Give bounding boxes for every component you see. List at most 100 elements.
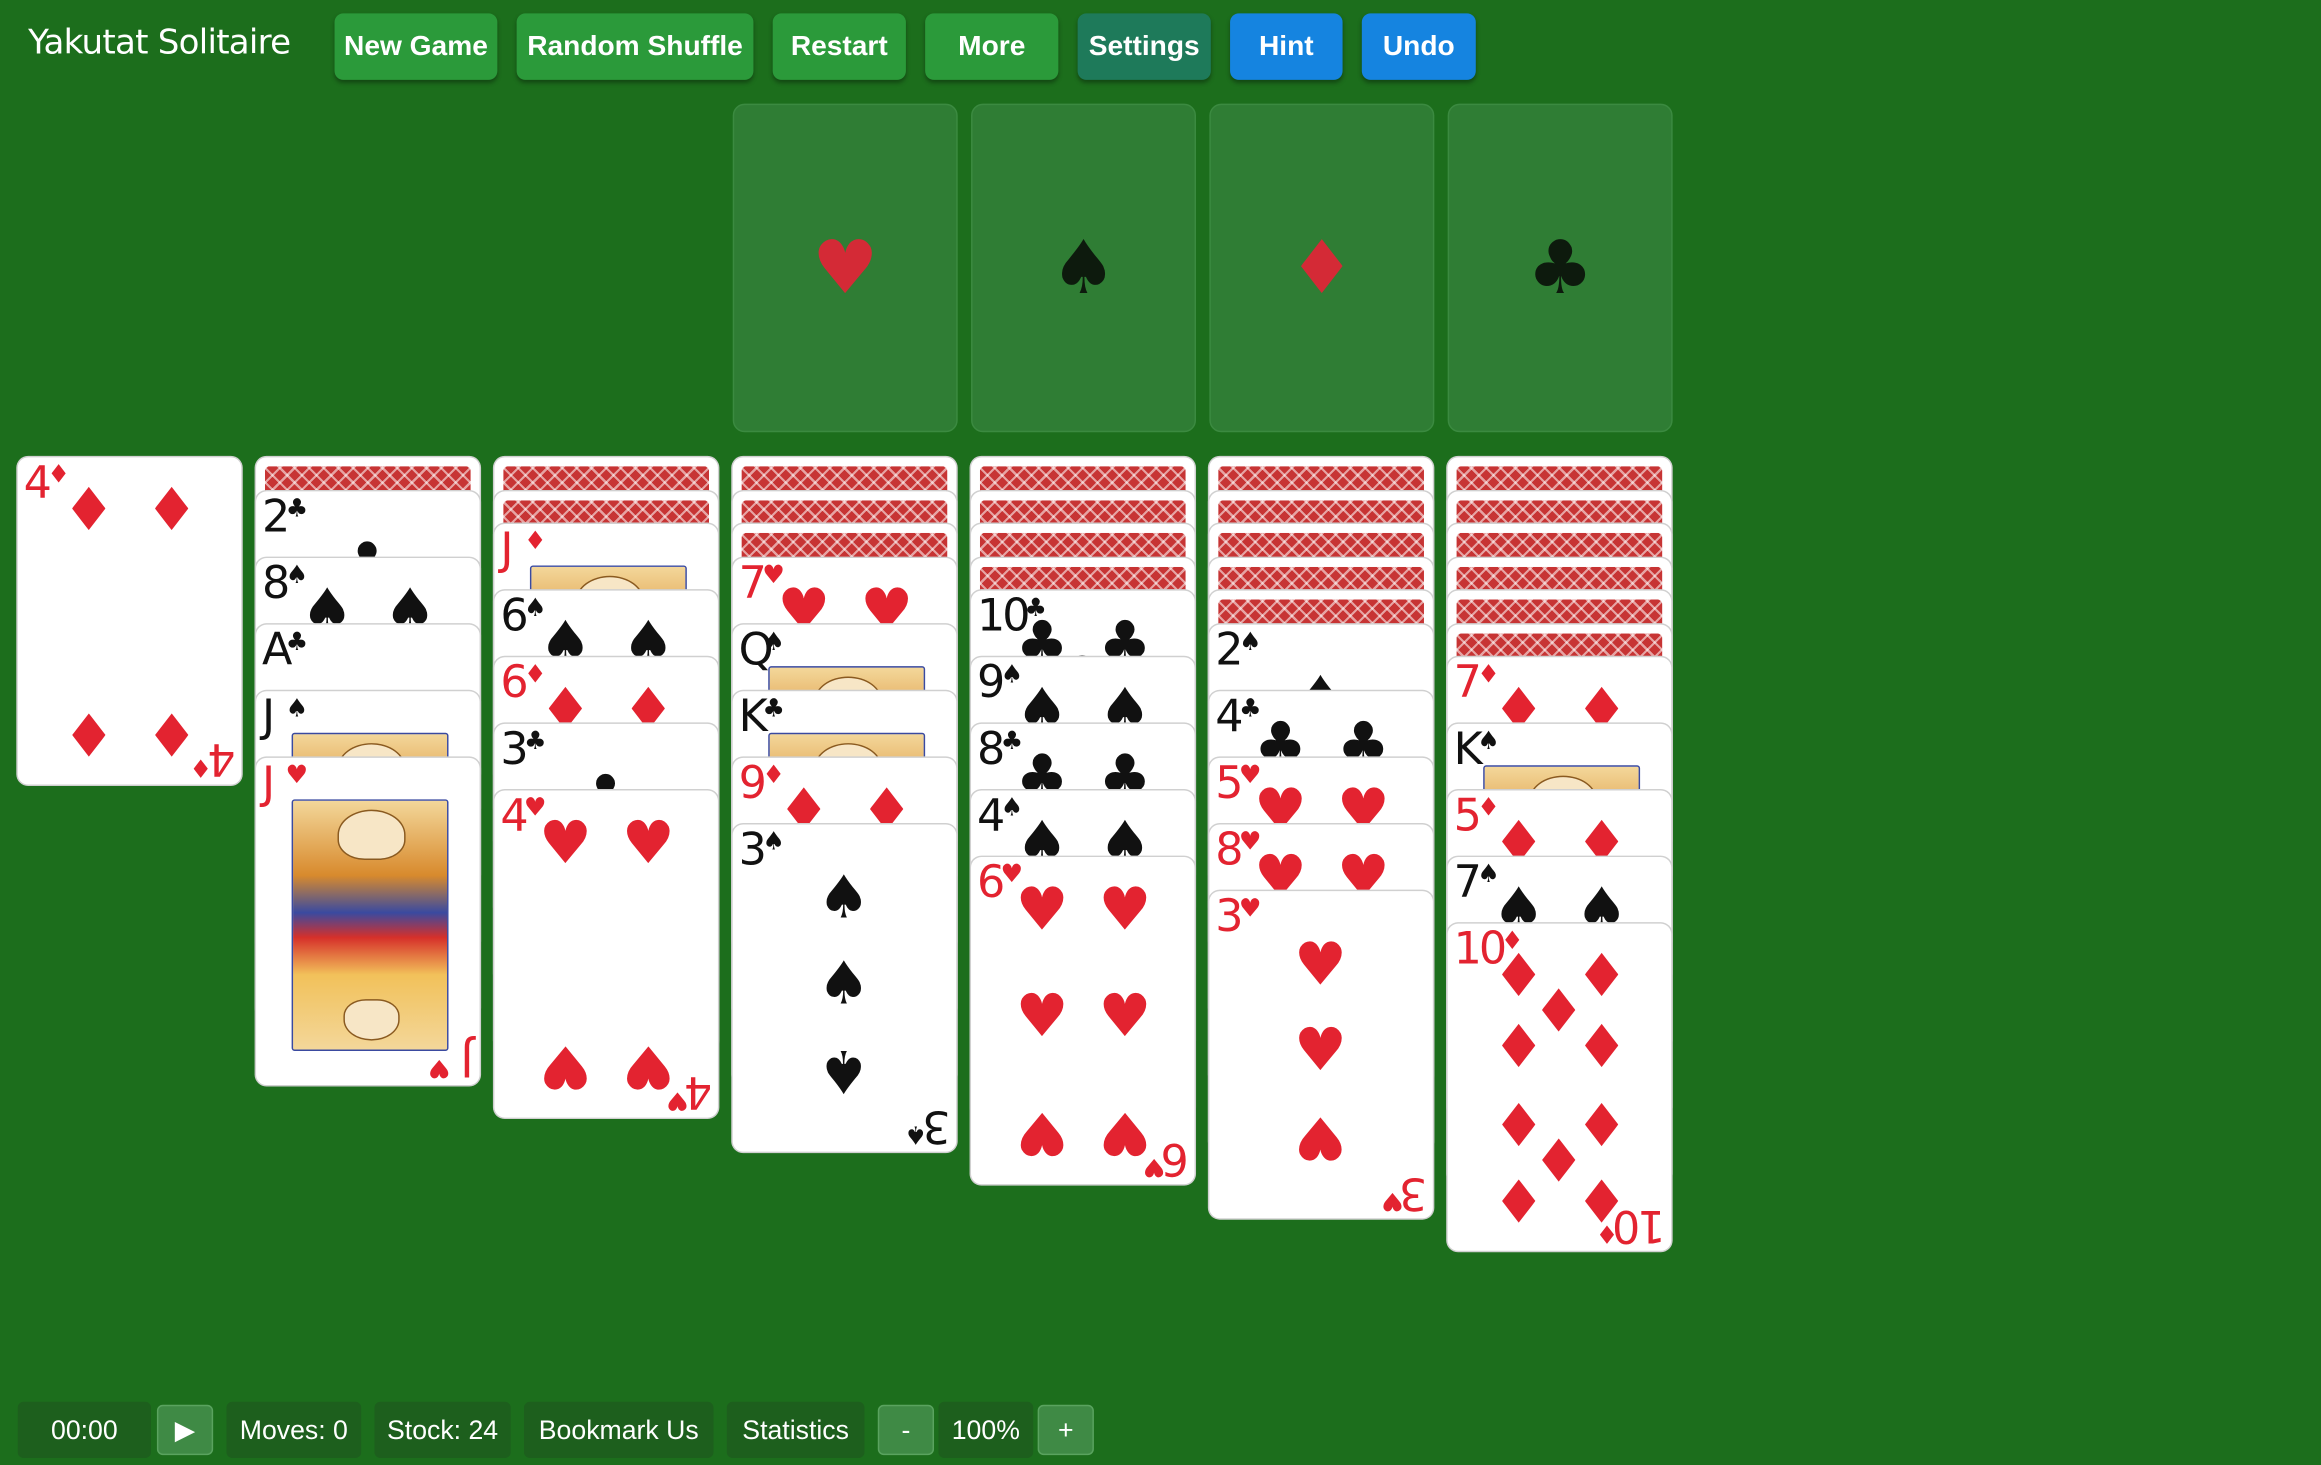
suit-pip-icon: ♥ <box>538 1031 592 1100</box>
playing-card[interactable]: 3 ♥ ♥ ♥ ♥ 3 ♥ <box>1209 890 1433 1218</box>
card-rank: 4 <box>23 457 52 510</box>
card-suit-icon-bottom: ♠ <box>904 1118 927 1148</box>
court-card-portrait <box>291 798 449 1051</box>
card-suit-icon: ♥ <box>1238 893 1262 923</box>
suit-pip-icon: ♥ <box>621 809 675 878</box>
playing-card[interactable]: 10 ♦ ♦ ♦ ♦ ♦ ♦ ♦ ♦ ♦ ♦ ♦ 10 ♦ <box>1447 923 1672 1251</box>
suit-pip-icon: ♥ <box>538 809 592 878</box>
card-rank: 6 <box>500 657 528 710</box>
zoom-out-button[interactable]: - <box>877 1404 935 1456</box>
foundation-pile[interactable]: ♥ <box>732 103 958 433</box>
club-icon: ♣ <box>1526 224 1594 311</box>
playing-card[interactable]: 4 ♥ ♥ ♥ ♥ ♥ 4 ♥ <box>494 790 718 1118</box>
card-rank: K <box>1453 723 1483 776</box>
settings-button[interactable]: Settings <box>1077 13 1211 80</box>
suit-pip-icon: ♥ <box>1015 982 1069 1051</box>
card-rank-bottom: 6 <box>1163 1132 1189 1185</box>
play-button[interactable]: ▶ <box>156 1404 214 1456</box>
card-rank: 8 <box>262 557 290 610</box>
suit-pip-icon: ♦ <box>62 698 116 767</box>
card-rank: 5 <box>1215 757 1243 809</box>
card-rank-bottom: 3 <box>925 1099 951 1151</box>
card-rank: 9 <box>976 657 1005 710</box>
card-suit-icon: ♣ <box>762 693 785 724</box>
card-rank: 2 <box>262 490 290 543</box>
card-suit-icon-bottom: ♦ <box>189 751 212 782</box>
random-shuffle-button[interactable]: Random Shuffle <box>516 13 754 80</box>
suit-pip-icon: ♠ <box>817 863 871 932</box>
card-suit-icon: ♠ <box>1238 626 1262 657</box>
suit-pip-icon: ♦ <box>1492 1013 1546 1083</box>
suit-pip-icon: ♠ <box>817 1035 871 1104</box>
card-suit-icon: ♥ <box>285 760 309 790</box>
foundation-pile[interactable]: ♦ <box>1209 103 1435 433</box>
zoom-level: 100% <box>938 1401 1034 1459</box>
timer-display: 00:00 <box>17 1401 151 1459</box>
card-rank: 6 <box>976 857 1005 909</box>
card-rank: 4 <box>500 790 528 843</box>
foundation-pile[interactable]: ♣ <box>1447 103 1673 433</box>
card-rank: 7 <box>1453 857 1482 909</box>
card-rank-bottom: J <box>463 1032 474 1085</box>
foundation-pile[interactable]: ♠ <box>971 103 1197 433</box>
restart-button[interactable]: Restart <box>772 13 906 80</box>
statistics-button[interactable]: Statistics <box>726 1401 865 1459</box>
card-rank: J <box>500 524 513 576</box>
undo-button[interactable]: Undo <box>1361 13 1476 80</box>
card-rank-bottom: 10 <box>1614 1198 1666 1251</box>
playing-card[interactable]: 3 ♠ ♠ ♠ ♠ 3 ♠ <box>732 823 957 1151</box>
card-suit-icon-bottom: ♥ <box>1142 1151 1165 1182</box>
bookmark-button[interactable]: Bookmark Us <box>524 1401 714 1459</box>
card-rank: 8 <box>1215 823 1243 876</box>
card-rank: 7 <box>738 557 767 610</box>
card-rank: K <box>738 690 768 743</box>
heart-icon: ♥ <box>812 224 879 311</box>
card-suit-icon-bottom: ♥ <box>665 1085 689 1115</box>
card-rank: 3 <box>500 723 528 776</box>
stock-counter: Stock: 24 <box>374 1401 511 1459</box>
card-rank: 3 <box>738 823 767 876</box>
card-suit-icon: ♠ <box>762 826 785 857</box>
moves-counter: Moves: 0 <box>226 1401 362 1459</box>
suit-pip-icon: ♥ <box>1098 876 1152 945</box>
card-rank: 3 <box>1215 890 1243 943</box>
playing-card[interactable]: J ♥ J ♥ <box>256 757 480 1085</box>
card-rank: J <box>262 757 275 809</box>
card-suit-icon-bottom: ♥ <box>427 1051 450 1082</box>
card-rank: 5 <box>1453 790 1482 843</box>
card-rank: 2 <box>1215 623 1243 676</box>
card-rank-bottom: 4 <box>686 1065 712 1118</box>
suit-pip-icon: ♦ <box>1575 1013 1629 1083</box>
suit-pip-icon: ♥ <box>1015 876 1069 945</box>
suit-pip-icon: ♥ <box>1293 930 1347 999</box>
card-suit-icon: ♣ <box>524 726 547 757</box>
playing-card[interactable]: 4 ♦ ♦ ♦ ♦ ♦ 4 ♦ <box>17 457 242 785</box>
card-suit-icon-bottom: ♥ <box>1380 1184 1404 1215</box>
card-suit-icon: ♠ <box>762 626 785 657</box>
suit-pip-icon: ♠ <box>817 949 871 1018</box>
suit-pip-icon: ♦ <box>145 476 199 545</box>
card-suit-icon: ♣ <box>285 493 309 524</box>
card-rank: J <box>262 690 275 743</box>
card-rank: 4 <box>976 790 1005 843</box>
card-suit-icon: ♣ <box>285 626 309 657</box>
more-button[interactable]: More <box>925 13 1059 80</box>
card-rank-bottom: 4 <box>210 732 236 785</box>
card-rank: 4 <box>1215 690 1243 743</box>
card-rank: 6 <box>500 590 528 643</box>
zoom-in-button[interactable]: + <box>1037 1404 1094 1456</box>
card-suit-icon: ♦ <box>524 526 547 557</box>
playing-card[interactable]: 6 ♥ ♥ ♥ ♥ ♥ ♥ ♥ 6 ♥ <box>971 857 1195 1185</box>
card-suit-icon-bottom: ♦ <box>1595 1218 1618 1248</box>
suit-pip-icon: ♦ <box>62 476 116 545</box>
hint-button[interactable]: Hint <box>1230 13 1343 80</box>
suit-pip-icon: ♥ <box>1293 1016 1347 1085</box>
diamond-icon: ♦ <box>1288 224 1356 311</box>
card-rank: 8 <box>976 723 1005 776</box>
suit-pip-icon: ♥ <box>1293 1102 1347 1171</box>
card-rank-bottom: 3 <box>1401 1165 1427 1218</box>
new-game-button[interactable]: New Game <box>334 13 498 80</box>
suit-pip-icon: ♥ <box>1098 982 1152 1051</box>
spade-icon: ♠ <box>1050 224 1117 311</box>
card-rank: 7 <box>1453 657 1482 710</box>
